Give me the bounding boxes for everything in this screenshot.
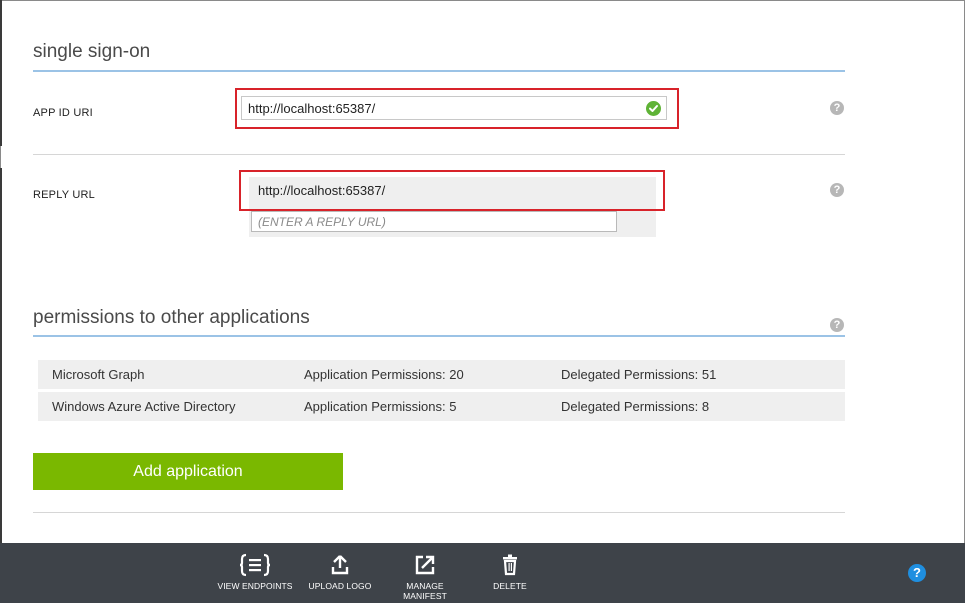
- upload-logo-label: UPLOAD LOGO: [308, 581, 372, 591]
- permission-app-name: Windows Azure Active Directory: [52, 399, 236, 414]
- help-icon[interactable]: ?: [908, 564, 926, 582]
- endpoints-icon: [210, 553, 300, 577]
- sso-section-title: single sign-on: [33, 41, 151, 62]
- application-permissions: Application Permissions: 5: [304, 399, 457, 414]
- reply-url-placeholder: (ENTER A REPLY URL): [258, 215, 386, 229]
- view-endpoints-label: VIEW ENDPOINTS: [217, 581, 293, 591]
- delete-button[interactable]: DELETE: [465, 543, 555, 603]
- permissions-section-underline: [33, 335, 845, 337]
- permission-app-name: Microsoft Graph: [52, 367, 145, 382]
- permission-row[interactable]: Microsoft Graph Application Permissions:…: [38, 360, 845, 389]
- app-id-highlight-box: [235, 88, 679, 129]
- app-id-uri-label: APP ID URI: [33, 107, 93, 119]
- view-endpoints-button[interactable]: VIEW ENDPOINTS: [210, 543, 300, 603]
- bottom-divider: [33, 512, 845, 513]
- left-edge: [0, 0, 2, 146]
- permission-row[interactable]: Windows Azure Active Directory Applicati…: [38, 392, 845, 421]
- permissions-help-icon[interactable]: ?: [830, 318, 844, 332]
- upload-logo-button[interactable]: UPLOAD LOGO: [295, 543, 385, 603]
- permissions-section-title: permissions to other applications: [33, 307, 310, 328]
- trash-icon: [465, 553, 555, 577]
- application-permissions: Application Permissions: 20: [304, 367, 464, 382]
- app-id-help-icon[interactable]: ?: [830, 101, 844, 115]
- sso-divider: [33, 154, 845, 155]
- sso-section-underline: [33, 70, 845, 72]
- delegated-permissions: Delegated Permissions: 8: [561, 399, 710, 414]
- add-application-button[interactable]: Add application: [33, 453, 343, 490]
- left-edge-lower: [0, 168, 2, 548]
- manage-manifest-label: MANAGE MANIFEST: [403, 581, 447, 601]
- reply-url-help-icon[interactable]: ?: [830, 183, 844, 197]
- reply-url-label: REPLY URL: [33, 189, 95, 201]
- manifest-icon: [380, 553, 470, 577]
- delete-label: DELETE: [493, 581, 527, 591]
- manage-manifest-button[interactable]: MANAGE MANIFEST: [380, 543, 470, 603]
- upload-icon: [295, 553, 385, 577]
- delegated-permissions: Delegated Permissions: 51: [561, 367, 717, 382]
- reply-url-input[interactable]: (ENTER A REPLY URL): [251, 211, 617, 232]
- reply-url-highlight-box: [239, 170, 665, 211]
